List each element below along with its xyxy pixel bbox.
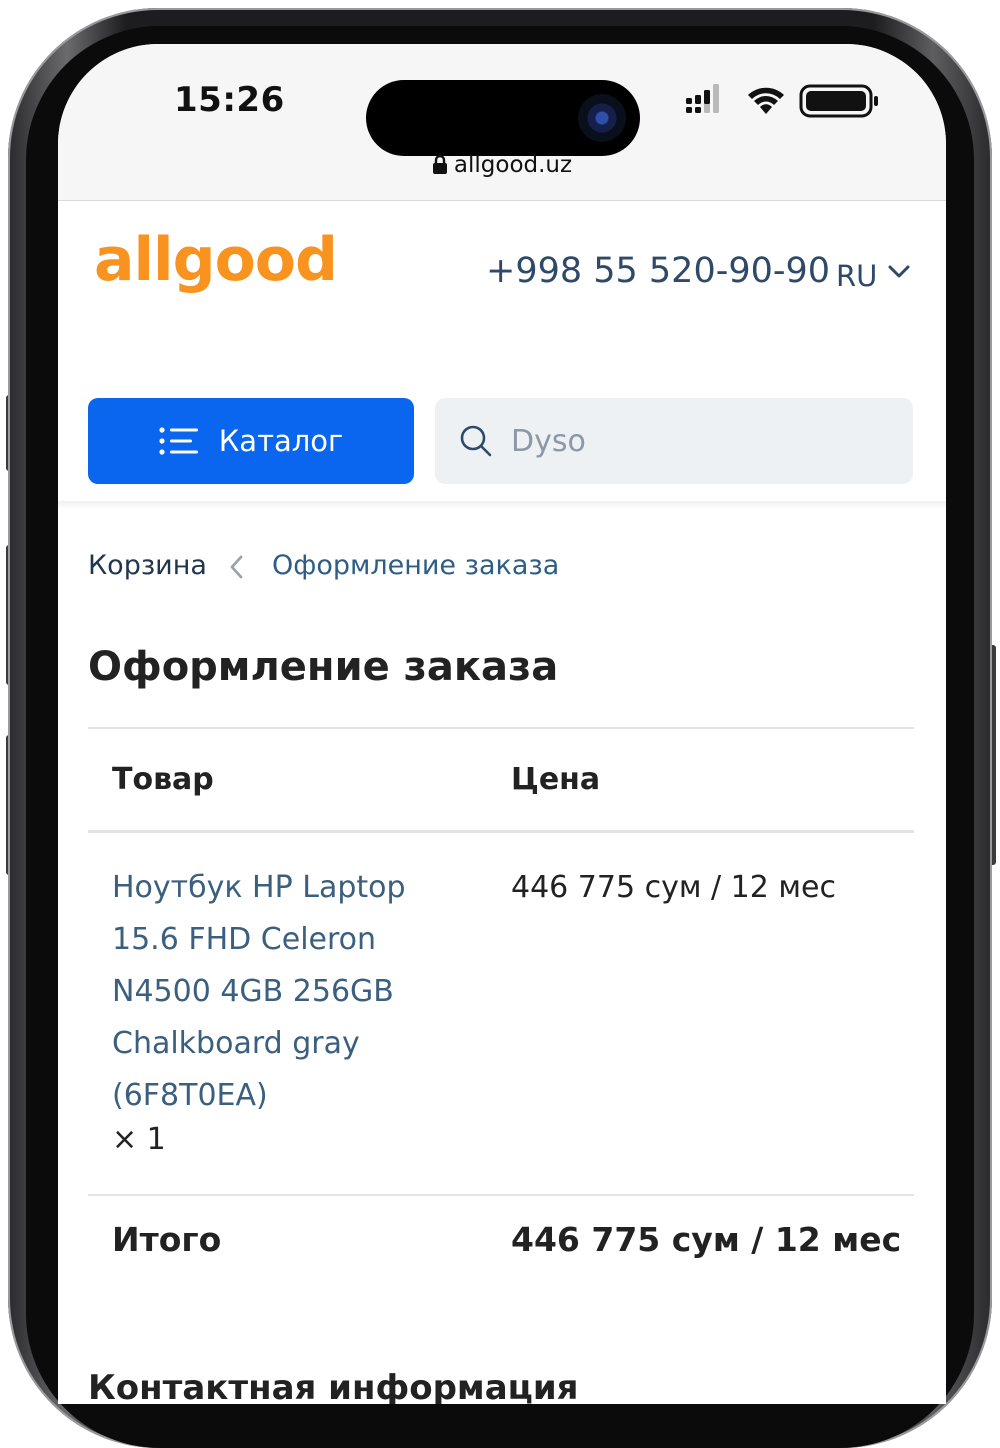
product-price: 446 775 сум / 12 мес: [511, 870, 836, 905]
cellular-signal-icon: [686, 84, 719, 113]
wifi-icon: [748, 87, 784, 114]
status-icons: [686, 84, 878, 118]
search-box[interactable]: [435, 398, 913, 484]
column-header-product: Товар: [112, 762, 214, 797]
header-divider: [58, 501, 946, 509]
phone-screen: 15:26 allgood.uz allgood +998 55 520-90-…: [58, 44, 946, 1404]
chevron-left-icon: [230, 555, 243, 579]
breadcrumb-current: Оформление заказа: [272, 550, 560, 581]
table-total-divider: [88, 1194, 914, 1196]
catalog-label: Каталог: [218, 424, 344, 458]
status-bar: 15:26 allgood.uz: [58, 44, 946, 201]
camera-icon: [578, 94, 626, 142]
total-value: 446 775 сум / 12 мес: [511, 1220, 902, 1259]
site-header: allgood +998 55 520-90-90 RU Каталог: [58, 201, 946, 501]
phone-number-link[interactable]: +998 55 520-90-90: [486, 251, 830, 291]
table-top-divider: [88, 727, 914, 729]
clock: 15:26: [174, 80, 285, 120]
contact-section-title: Контактная информация: [88, 1368, 579, 1404]
breadcrumb-cart-link[interactable]: Корзина: [88, 550, 207, 581]
column-header-price: Цена: [511, 762, 601, 797]
search-icon[interactable]: [459, 424, 493, 458]
allgood-logo[interactable]: allgood: [94, 225, 338, 295]
product-name-link[interactable]: Ноутбук HP Laptop 15.6 FHD Celeron N4500…: [112, 862, 442, 1122]
page-title: Оформление заказа: [88, 644, 559, 690]
catalog-button[interactable]: Каталог: [88, 398, 414, 484]
table-header-divider: [88, 830, 914, 833]
product-quantity: × 1: [112, 1122, 166, 1157]
list-menu-icon: [159, 427, 198, 455]
lock-icon: [432, 154, 447, 174]
address-bar[interactable]: allgood.uz: [58, 152, 946, 178]
dynamic-island: [366, 80, 640, 156]
language-selector[interactable]: RU: [836, 259, 877, 293]
url-text: allgood.uz: [453, 152, 573, 178]
search-input[interactable]: [511, 398, 891, 484]
battery-icon: [799, 84, 878, 118]
chevron-down-icon[interactable]: [888, 265, 910, 279]
total-label: Итого: [112, 1220, 222, 1259]
